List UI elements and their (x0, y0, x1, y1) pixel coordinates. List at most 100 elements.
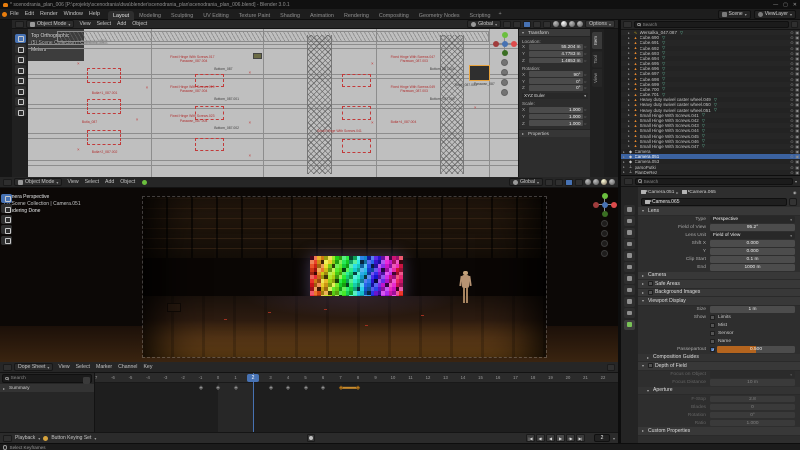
object-name[interactable]: PlanDeRez (635, 170, 658, 175)
tab-animation[interactable]: Animation (305, 11, 339, 20)
datablock-name-field[interactable]: Camera.065 (641, 198, 787, 206)
measure-tool[interactable] (14, 107, 26, 116)
background-images-checkbox[interactable] (648, 289, 653, 295)
navigation-gizmo[interactable] (493, 32, 517, 56)
keyframe[interactable] (233, 385, 238, 390)
ortho-toggle-icon[interactable] (601, 250, 608, 257)
chevron-right-icon[interactable]: ▸ (642, 290, 646, 295)
panel-camera[interactable]: ▸ Camera (638, 271, 800, 280)
playback-menu[interactable]: Playback (15, 435, 35, 441)
viewport-menu-object[interactable]: Object (129, 21, 150, 27)
properties-tab-tool[interactable] (624, 204, 635, 215)
shading-rendered-icon[interactable] (609, 179, 615, 185)
camera-view-icon[interactable] (601, 240, 608, 247)
cursor-tool[interactable] (14, 44, 26, 53)
panel-background-images[interactable]: ▸ Background Images (638, 288, 800, 297)
dope-menu-channel[interactable]: Channel (115, 364, 140, 370)
breadcrumb-object[interactable]: Camera.051 (648, 190, 674, 195)
hide-viewport-icon[interactable]: ⊙ (790, 170, 793, 175)
dope-menu-marker[interactable]: Marker (93, 364, 115, 370)
ortho-toggle-icon[interactable] (501, 89, 508, 96)
properties-tab-modifiers[interactable] (624, 285, 635, 295)
chevron-down-icon[interactable]: ▾ (647, 388, 651, 393)
properties-tab-view-layer[interactable] (624, 239, 635, 249)
transform-value-field[interactable]: 90° (528, 71, 583, 78)
transform-tool[interactable] (14, 86, 26, 95)
transform-value-field[interactable]: 55.204 m (528, 44, 583, 50)
cursor-tool[interactable] (1, 204, 12, 213)
transform-panel-header[interactable]: ▾ Transform (519, 29, 590, 37)
shift-x-field[interactable]: 0.000 (710, 240, 795, 247)
properties-tab-physics[interactable] (624, 296, 635, 307)
play-reverse-button[interactable]: ◀ (545, 434, 555, 442)
panel-aperture[interactable]: ▾ Aperture (638, 386, 800, 395)
lock-icon[interactable]: ○ (584, 58, 588, 63)
tab-sculpting[interactable]: Sculpting (166, 11, 198, 20)
dope-menu-key[interactable]: Key (140, 364, 155, 370)
mode-dropdown[interactable]: Object Mode ▾ (26, 20, 75, 28)
properties-tab-object[interactable] (624, 273, 635, 284)
transform-value-field[interactable]: 0° (528, 78, 583, 84)
panel-composition-guides[interactable]: ▸ Composition Guides (638, 353, 800, 362)
auto-keying-toggle[interactable] (307, 434, 316, 442)
transform-value-field[interactable]: 1.000 (528, 106, 583, 113)
chevron-down-icon[interactable]: ▾ (642, 298, 646, 303)
minimize-button[interactable]: — (773, 2, 778, 8)
sidebar-tab-item[interactable]: Item (592, 32, 602, 49)
rotation-field[interactable]: 0° (710, 411, 795, 419)
axis-y-positive[interactable] (502, 32, 508, 38)
scene-selector[interactable]: Scene ▾ (717, 9, 751, 19)
select-box-tool[interactable] (1, 193, 12, 203)
show-overlays-icon[interactable] (575, 178, 583, 186)
name-checkbox[interactable] (710, 339, 715, 344)
proportional-editing-icon[interactable] (555, 178, 563, 186)
close-button[interactable]: ✕ (793, 2, 797, 8)
filter-icon[interactable] (791, 21, 798, 28)
panel-custom-properties[interactable]: ▸ Custom Properties (638, 427, 800, 436)
viewport-menu-add[interactable]: Add (114, 21, 129, 27)
viewport-menu-view[interactable]: View (64, 179, 81, 185)
viewport-menu-view[interactable]: View (76, 21, 93, 27)
lock-icon[interactable]: ○ (584, 114, 588, 119)
passepartout-checkbox[interactable] (710, 347, 715, 352)
sensor-checkbox[interactable] (710, 331, 715, 336)
tab-compositing[interactable]: Compositing (374, 11, 414, 20)
show-gizmo-icon[interactable] (523, 20, 532, 28)
safe-areas-checkbox[interactable] (648, 281, 653, 287)
keyframe[interactable] (320, 385, 326, 390)
properties-search-input[interactable]: Search (635, 177, 793, 185)
sidebar-tab-tool[interactable]: Tool (592, 50, 602, 68)
shading-wireframe-icon[interactable] (553, 21, 560, 27)
lens-unit-dropdown[interactable]: Field of View ▾ (710, 232, 795, 239)
lock-icon[interactable]: ○ (584, 44, 588, 49)
add-workspace-button[interactable]: + (496, 11, 505, 17)
transform-value-field[interactable]: 0° (528, 84, 583, 91)
keyframe-selected[interactable] (338, 385, 343, 390)
filter-toggle-button[interactable] (82, 377, 90, 384)
axis-z-positive[interactable] (602, 193, 608, 199)
editor-type-properties-icon[interactable] (624, 177, 633, 185)
keyframe[interactable] (268, 385, 273, 390)
pin-icon[interactable]: ◉ (793, 190, 797, 195)
mode-dropdown[interactable]: Object Mode ▾ (14, 178, 63, 186)
tab-uv-editing[interactable]: UV Editing (198, 11, 233, 20)
viewport-menu-select[interactable]: Select (94, 21, 114, 27)
menu-window[interactable]: Window (61, 11, 86, 17)
axis-y-negative[interactable] (502, 50, 508, 56)
show-gizmo-icon[interactable] (565, 178, 573, 186)
selected-object-parawan[interactable] (469, 64, 490, 81)
viewport-top-body[interactable]: Top Orthographic (5) Scene Collection | … (12, 29, 618, 178)
playhead-line[interactable] (253, 373, 255, 432)
axis-x-negative[interactable] (593, 202, 599, 208)
focus-distance-field[interactable]: 10 m (710, 379, 795, 386)
keyframe[interactable] (198, 385, 203, 390)
scale-tool[interactable] (1, 235, 12, 245)
technical-drawing-area[interactable]: Top Orthographic (5) Scene Collection | … (28, 29, 518, 178)
tab-geometry-nodes[interactable]: Geometry Nodes (414, 11, 465, 20)
transform-orientation-dropdown[interactable]: Global ▾ (467, 20, 502, 28)
editor-type-3d-viewport-icon[interactable] (15, 20, 24, 28)
zoom-tool-icon[interactable] (501, 59, 508, 66)
pan-hand-icon[interactable] (501, 69, 508, 76)
keying-set-dropdown[interactable]: Button Keying Set (51, 435, 91, 441)
lock-icon[interactable]: ○ (584, 72, 588, 77)
